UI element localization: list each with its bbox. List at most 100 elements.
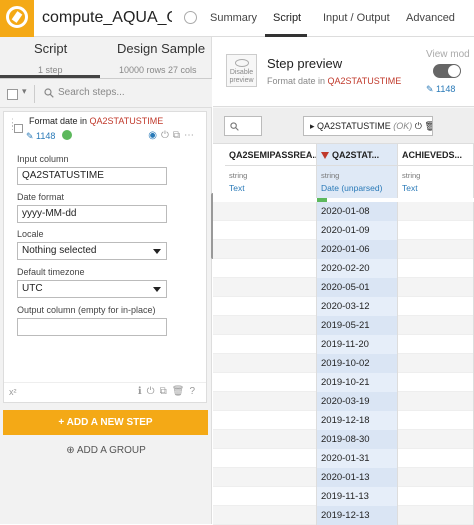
table-cell[interactable]	[225, 297, 317, 316]
table-cell[interactable]	[398, 487, 474, 506]
table-row[interactable]: 2019-10-21	[213, 373, 474, 392]
trash-icon[interactable]: 🗑	[172, 386, 190, 397]
table-cell[interactable]	[398, 259, 474, 278]
table-cell[interactable]	[398, 373, 474, 392]
selected-column-pill[interactable]: ▸ QA2STATUSTIME (OK) ⏻ 🗑	[303, 116, 433, 136]
table-cell-date[interactable]: 2020-01-06	[317, 240, 398, 259]
table-cell-date[interactable]: 2020-03-19	[317, 392, 398, 411]
table-cell[interactable]	[398, 335, 474, 354]
table-cell[interactable]	[225, 506, 317, 525]
recipe-title[interactable]: compute_AQUA_OU...	[42, 9, 172, 27]
table-cell[interactable]	[398, 468, 474, 487]
table-cell-date[interactable]: 2020-05-01	[317, 278, 398, 297]
table-row[interactable]: 2020-01-31	[213, 449, 474, 468]
formula-icon[interactable]: x²	[9, 387, 17, 397]
column-type[interactable]: string Text	[398, 166, 474, 198]
power-icon[interactable]: ⏻	[161, 130, 173, 141]
table-cell-date[interactable]: 2019-08-30	[317, 430, 398, 449]
table-row[interactable]: 2020-05-01	[213, 278, 474, 297]
table-cell[interactable]	[398, 240, 474, 259]
table-row[interactable]: 2020-01-13	[213, 468, 474, 487]
tab-script-steps[interactable]: Script	[34, 41, 67, 56]
table-row[interactable]: 2019-05-21	[213, 316, 474, 335]
add-group-button[interactable]: ⊕ ADD A GROUP	[0, 445, 212, 456]
table-cell-date[interactable]: 2019-10-21	[317, 373, 398, 392]
table-cell-date[interactable]: 2019-10-02	[317, 354, 398, 373]
table-cell[interactable]	[398, 354, 474, 373]
table-cell-date[interactable]: 2020-01-13	[317, 468, 398, 487]
table-row[interactable]: 2020-03-19	[213, 392, 474, 411]
table-cell[interactable]	[398, 430, 474, 449]
filter-icon[interactable]	[321, 152, 329, 160]
table-row[interactable]: 2020-02-20	[213, 259, 474, 278]
info-icon[interactable]: ℹ	[138, 386, 147, 397]
tab-input-output[interactable]: Input / Output	[323, 12, 390, 24]
table-cell-date[interactable]: 2019-12-13	[317, 506, 398, 525]
table-row[interactable]: 2020-01-08	[213, 202, 474, 221]
column-type[interactable]: string Text	[225, 166, 317, 198]
more-icon[interactable]: ⋯	[184, 130, 198, 141]
app-logo[interactable]	[0, 0, 34, 37]
column-header[interactable]: ACHIEVEDS...	[398, 144, 474, 166]
table-row[interactable]: 2019-08-30	[213, 430, 474, 449]
table-cell-date[interactable]: 2019-11-13	[317, 487, 398, 506]
table-cell-date[interactable]: 2019-11-20	[317, 335, 398, 354]
tab-design-sample[interactable]: Design Sample	[117, 41, 205, 56]
table-cell[interactable]	[225, 449, 317, 468]
table-cell[interactable]	[398, 411, 474, 430]
table-cell[interactable]	[225, 240, 317, 259]
table-cell[interactable]	[225, 468, 317, 487]
table-cell[interactable]	[398, 221, 474, 240]
input-column-field[interactable]: QA2STATUSTIME	[17, 167, 167, 185]
table-cell[interactable]	[225, 259, 317, 278]
table-cell-date[interactable]: 2020-01-08	[317, 202, 398, 221]
column-header-selected[interactable]: QA2STAT...	[317, 144, 398, 166]
table-cell[interactable]	[398, 316, 474, 335]
table-cell[interactable]	[398, 278, 474, 297]
date-format-field[interactable]: yyyy-MM-dd	[17, 205, 167, 223]
table-cell[interactable]	[225, 373, 317, 392]
select-all-checkbox[interactable]	[7, 89, 18, 100]
table-cell-date[interactable]: 2020-03-12	[317, 297, 398, 316]
preview-search-button[interactable]	[224, 116, 262, 136]
table-row[interactable]: 2019-11-20	[213, 335, 474, 354]
step-checkbox[interactable]	[14, 124, 23, 133]
table-cell[interactable]	[398, 506, 474, 525]
table-cell[interactable]	[225, 487, 317, 506]
table-cell[interactable]	[225, 411, 317, 430]
recipe-settings-icon[interactable]	[184, 11, 197, 24]
tab-advanced[interactable]: Advanced	[406, 12, 455, 24]
table-row[interactable]: 2019-11-13	[213, 487, 474, 506]
table-cell[interactable]	[225, 278, 317, 297]
column-header[interactable]: QA2SEMIPASSREA...	[225, 144, 317, 166]
copy-icon[interactable]: ⧉	[173, 130, 184, 141]
table-cell[interactable]	[398, 392, 474, 411]
table-row[interactable]: 2020-01-06	[213, 240, 474, 259]
locale-select[interactable]: Nothing selected	[17, 242, 167, 260]
tab-summary[interactable]: Summary	[210, 12, 257, 24]
table-cell[interactable]	[225, 392, 317, 411]
table-cell[interactable]	[398, 202, 474, 221]
table-row[interactable]: 2019-12-13	[213, 506, 474, 525]
eye-icon[interactable]: ◉	[148, 130, 161, 141]
add-step-button[interactable]: + ADD A NEW STEP	[3, 410, 208, 435]
step-title[interactable]: Format date in QA2STATUSTIME	[29, 116, 163, 126]
table-cell[interactable]	[398, 297, 474, 316]
table-cell[interactable]	[225, 316, 317, 335]
table-row[interactable]: 2020-01-09	[213, 221, 474, 240]
table-cell[interactable]	[225, 354, 317, 373]
table-cell[interactable]	[225, 202, 317, 221]
view-mode-toggle[interactable]	[433, 64, 461, 78]
copy-icon[interactable]: ⧉	[160, 386, 172, 397]
chevron-down-icon[interactable]: ▾	[22, 86, 27, 97]
table-cell[interactable]	[225, 430, 317, 449]
column-type[interactable]: string Date (unparsed)	[317, 166, 398, 198]
table-cell[interactable]	[398, 449, 474, 468]
output-column-field[interactable]	[17, 318, 167, 336]
table-cell[interactable]	[225, 335, 317, 354]
power-icon[interactable]: ⏻	[147, 386, 160, 397]
steps-search-input[interactable]: Search steps...	[58, 87, 125, 98]
table-row[interactable]: 2020-03-12	[213, 297, 474, 316]
table-cell-date[interactable]: 2020-01-31	[317, 449, 398, 468]
table-row[interactable]: 2019-10-02	[213, 354, 474, 373]
